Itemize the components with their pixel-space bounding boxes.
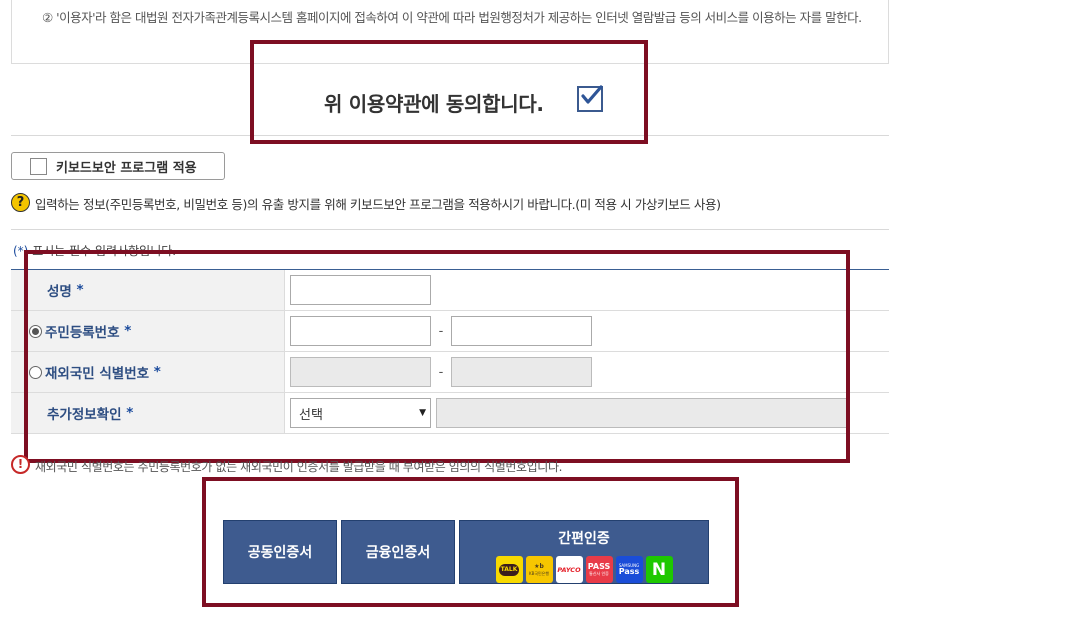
help-icon: ? — [11, 193, 30, 212]
naver-logo-text: N — [651, 559, 667, 580]
terms-text: ② '이용자'라 함은 대법원 전자가족관계등록시스템 홈페이지에 접속하여 이… — [42, 10, 862, 25]
agree-terms-checkbox[interactable] — [577, 85, 603, 112]
keyboard-security-toggle[interactable]: 키보드보안 프로그램 적용 — [11, 152, 225, 180]
keyboard-security-checkbox[interactable] — [30, 157, 47, 175]
public-certificate-button[interactable]: 공동인증서 — [223, 520, 337, 584]
agree-terms-label: 위 이용약관에 동의합니다. — [324, 92, 544, 116]
samsung-pass-logo-icon: SAMSUNG Pass — [615, 556, 643, 583]
easy-auth-logos: TALK ★b KB국민은행 PAYCO PASS 통신사 인증 SAMSUNG Pa… — [495, 556, 673, 583]
kb-logo-icon: ★b KB국민은행 — [525, 556, 553, 583]
pass-logo-text: PASS — [587, 562, 611, 571]
payco-logo-icon: PAYCO — [555, 556, 583, 583]
warning-icon: ! — [11, 455, 30, 474]
foreign-id-warning: 재외국민 식별번호는 주민등록번호가 없는 재외국민이 인증서를 발급받을 때 … — [35, 460, 563, 474]
financial-certificate-button[interactable]: 금융인증서 — [341, 520, 455, 584]
easy-auth-button[interactable]: 간편인증 TALK ★b KB국민은행 PAYCO PASS 통신사 인증 SAMS… — [459, 520, 709, 584]
keyboard-security-help: 입력하는 정보(주민등록번호, 비밀번호 등)의 유출 방지를 위해 키보드보안… — [35, 197, 721, 212]
kb-logo-sub: KB국민은행 — [528, 571, 550, 576]
kb-logo-text: ★b — [534, 563, 544, 570]
check-icon — [581, 85, 603, 104]
pass-logo-icon: PASS 통신사 인증 — [585, 556, 613, 583]
kakao-logo-icon: TALK — [495, 556, 523, 583]
keyboard-security-label: 키보드보안 프로그램 적용 — [56, 160, 197, 176]
samsung-pass-logo-text: Pass — [618, 567, 640, 576]
naver-logo-icon: N — [645, 556, 673, 583]
highlight-form-box — [24, 250, 850, 463]
kakao-logo-text: TALK — [498, 563, 520, 576]
financial-certificate-label: 금융인증서 — [365, 545, 431, 561]
easy-auth-label: 간편인증 — [558, 531, 610, 547]
divider — [11, 229, 889, 230]
payco-logo-text: PAYCO — [557, 565, 581, 574]
pass-logo-sub: 통신사 인증 — [589, 571, 609, 576]
public-certificate-label: 공동인증서 — [247, 545, 313, 561]
